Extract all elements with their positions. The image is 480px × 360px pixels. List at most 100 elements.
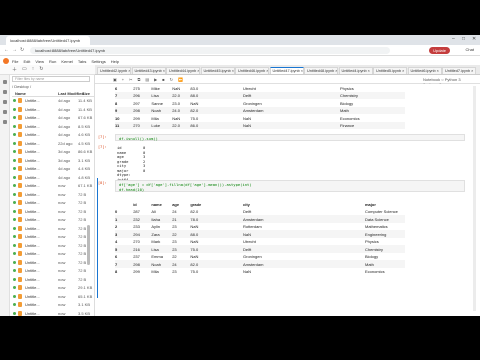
tab-notebook[interactable]: Untitled44.ipynb × (166, 67, 200, 74)
back-icon[interactable]: ← (4, 47, 9, 53)
table-cell: Data Science (365, 216, 389, 222)
run-icon[interactable]: ▶ (154, 77, 157, 82)
new-launcher-icon[interactable]: ＋ (12, 66, 17, 73)
copy-icon[interactable]: ⧉ (137, 77, 140, 82)
file-row[interactable]: Untitle... now 67.1 KB (10, 182, 94, 191)
upload-icon[interactable]: ↑ (32, 66, 35, 73)
add-cell-icon[interactable]: + (122, 77, 124, 82)
file-row[interactable]: Untitle... now 72 B (10, 191, 94, 200)
table-cell: 10 (115, 115, 120, 121)
tab-notebook[interactable]: Untitled42.ipynb × (97, 67, 131, 74)
menu-item-view[interactable]: View (35, 59, 44, 64)
filebrowser-scrollbar[interactable] (87, 225, 90, 265)
run-all-icon[interactable]: ⏩ (178, 77, 183, 82)
extensions-icon[interactable] (2, 120, 7, 124)
file-row[interactable]: Untitle... 4d ago 67.6 KB (10, 114, 94, 123)
running-icon[interactable] (2, 90, 7, 94)
table-row: 10 299 Mila NaN 75.0 NaN Economics (115, 114, 405, 122)
file-row[interactable]: Untitle... now 72 B (10, 208, 94, 217)
minimize-icon[interactable]: – (452, 36, 455, 42)
tab-notebook[interactable]: Untitled45.ipynb × (200, 67, 235, 74)
menu-item-file[interactable]: File (12, 59, 18, 64)
folder-icon[interactable] (2, 80, 7, 84)
address-bar[interactable]: localhost:8888/lab/tree/Untitled47.ipynb (30, 47, 390, 54)
file-row[interactable]: Untitle... now 72 B (10, 259, 94, 268)
stop-icon[interactable]: ■ (162, 77, 164, 82)
modified-column-header[interactable]: Last Modified (58, 91, 84, 96)
table-cell: Amsterdam (243, 216, 264, 222)
file-row[interactable]: Untitle... now 72 B (10, 242, 94, 251)
file-row[interactable]: Untitle... now 29.1 KB (10, 284, 94, 293)
table-cell: 294 (133, 231, 140, 237)
table-row: 5 216 Lisa 23 75.0 Delft Chemistry (115, 245, 405, 253)
forward-icon[interactable]: → (12, 47, 17, 53)
update-button[interactable]: Update (429, 47, 450, 54)
refresh-icon[interactable]: ↻ (39, 66, 43, 73)
code-cell[interactable]: df['age'] = df['age'].fillna(df['age'].m… (115, 180, 465, 192)
file-modified: now (58, 200, 66, 205)
file-row[interactable]: Untitle... now 72 B (10, 233, 94, 242)
file-row[interactable]: Untitle... now 65.1 KB (10, 293, 94, 302)
save-icon[interactable]: ▣ (113, 77, 117, 82)
browser-tab[interactable]: localhost:8888/lab/tree/Untitled47.ipynb (6, 36, 90, 45)
file-row[interactable]: Untitle... now 3.5 KB (10, 310, 94, 317)
name-column-header[interactable]: Name (15, 91, 26, 96)
table-cell: NaN (243, 269, 252, 274)
tab-notebook[interactable]: Untitled48.ipynb × (304, 67, 338, 74)
file-row[interactable]: Untitle... 4d ago 11.4 KB (10, 97, 94, 106)
table-cell: Rotterdam (243, 224, 262, 229)
table-cell: Economics (340, 115, 360, 121)
tab-notebook[interactable]: Untitled46.ipynb × (235, 67, 269, 74)
toc-icon[interactable] (2, 110, 7, 114)
tab-notebook[interactable]: Untitled4.ipynb × (338, 67, 373, 74)
file-row[interactable]: Untitle... 4d ago 11.4 KB (10, 106, 94, 115)
menu-item-kernel[interactable]: Kernel (61, 59, 73, 64)
chat-button[interactable]: Chat (466, 47, 474, 52)
tab-notebook[interactable]: Untitled43.ipynb × (131, 67, 166, 74)
file-modified: now (58, 259, 66, 265)
file-row[interactable]: Untitle... 4d ago 4.8 KB (10, 174, 94, 183)
reload-icon[interactable]: ↻ (20, 47, 24, 53)
file-row[interactable]: Untitle... 3d ago 3.1 KB (10, 157, 94, 166)
menu-item-edit[interactable]: Edit (23, 59, 30, 64)
tab-notebook[interactable]: Untitled7.ipynb × (442, 67, 476, 74)
menu-item-help[interactable]: Help (111, 59, 119, 64)
code-cell[interactable]: df.isnull().sum() (115, 134, 465, 141)
restart-icon[interactable]: ↻ (170, 77, 173, 82)
menu-item-tabs[interactable]: Tabs (78, 59, 86, 64)
close-icon[interactable]: ✕ (472, 36, 476, 42)
paste-icon[interactable]: ▤ (145, 77, 149, 82)
new-folder-icon[interactable]: ▭ (22, 66, 27, 73)
file-row[interactable]: Untitle... now 3.1 KB (10, 301, 94, 310)
table-cell: Delft (243, 93, 252, 98)
menu-item-settings[interactable]: Settings (91, 59, 105, 64)
file-row[interactable]: Untitle... now 72 B (10, 276, 94, 285)
file-row[interactable]: Untitle... 4d ago 4.4 KB (10, 165, 94, 174)
notebook-scrollbar[interactable] (473, 86, 476, 311)
breadcrumb[interactable]: / Desktop / (12, 84, 31, 89)
file-row[interactable]: Untitle... now 72 B (10, 216, 94, 225)
tab-notebook[interactable]: Untitled47.ipynb × (269, 67, 304, 74)
running-indicator-icon (13, 116, 16, 119)
cut-icon[interactable]: ✂ (129, 77, 132, 82)
tab-notebook[interactable]: Untitled6.ipynb × (407, 67, 442, 74)
size-column-header[interactable]: Size (82, 91, 90, 96)
file-row[interactable]: Untitle... 22d ago 4.5 KB (10, 140, 94, 149)
file-row[interactable]: Untitle... now 72 B (10, 250, 94, 259)
table-cell: Lisa (151, 93, 159, 98)
tab-notebook[interactable]: Untitled5.ipynb × (373, 67, 407, 74)
filter-input[interactable]: Filter files by name (12, 76, 90, 82)
commands-icon[interactable] (2, 100, 7, 104)
maximize-icon[interactable]: □ (462, 36, 465, 42)
file-row[interactable]: Untitle... 4d ago 4.6 KB (10, 131, 94, 140)
file-modified: now (58, 208, 66, 214)
table-row: 9 298 Noah 24.0 82.0 Amsterdam Math (115, 106, 405, 114)
notebook-file-icon (18, 302, 22, 307)
file-row[interactable]: Untitle... now 72 B (10, 225, 94, 234)
menu-item-run[interactable]: Run (49, 59, 56, 64)
file-row[interactable]: Untitle... now 72 B (10, 199, 94, 208)
table-cell: 297 (133, 100, 140, 106)
file-row[interactable]: Untitle... 3d ago 86.6 KB (10, 148, 94, 157)
file-row[interactable]: Untitle... now 72 B (10, 267, 94, 276)
file-row[interactable]: Untitle... 4d ago 8.5 KB (10, 123, 94, 132)
